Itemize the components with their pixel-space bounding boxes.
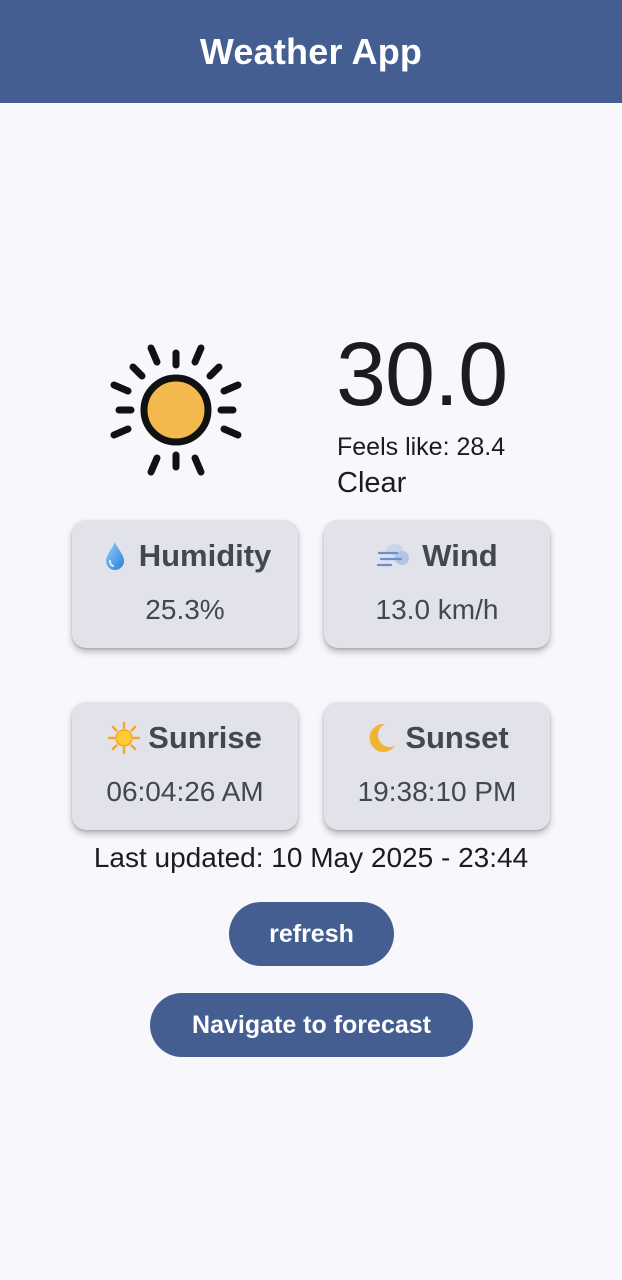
navigate-to-forecast-button[interactable]: Navigate to forecast xyxy=(150,993,473,1057)
wind-card: Wind 13.0 km/h xyxy=(324,520,550,648)
sunset-card-header: Sunset xyxy=(324,716,550,760)
weather-condition: Clear xyxy=(337,467,407,499)
wind-icon xyxy=(377,544,410,567)
refresh-button[interactable]: refresh xyxy=(229,902,394,966)
crescent-moon-icon xyxy=(369,723,396,752)
sunrise-card-header: Sunrise xyxy=(72,716,298,760)
feels-like-text: Feels like: 28.4 xyxy=(337,433,506,461)
humidity-title: Humidity xyxy=(138,538,272,573)
humidity-card-header: Humidity xyxy=(72,534,298,578)
sunset-value: 19:38:10 PM xyxy=(357,776,517,807)
top-app-bar: Weather App xyxy=(0,0,622,103)
humidity-card: Humidity 25.3% xyxy=(72,520,298,648)
wind-value: 13.0 km/h xyxy=(375,594,499,625)
wind-title: Wind xyxy=(422,538,498,573)
app-title: Weather App xyxy=(199,30,423,72)
sunrise-value: 06:04:26 AM xyxy=(106,776,264,807)
sunset-title: Sunset xyxy=(405,720,509,755)
last-updated-text: Last updated: 10 May 2025 - 23:44 xyxy=(93,842,529,873)
temperature-value: 30.0 xyxy=(336,325,508,425)
sun-small-icon xyxy=(108,722,141,754)
sunset-card: Sunset 19:38:10 PM xyxy=(324,702,550,830)
wind-card-header: Wind xyxy=(324,534,550,578)
sunrise-card: Sunrise 06:04:26 AM xyxy=(72,702,298,830)
humidity-value: 25.3% xyxy=(145,594,225,625)
sunrise-title: Sunrise xyxy=(148,720,262,755)
sun-icon xyxy=(110,344,242,476)
water-drop-icon xyxy=(105,542,124,570)
